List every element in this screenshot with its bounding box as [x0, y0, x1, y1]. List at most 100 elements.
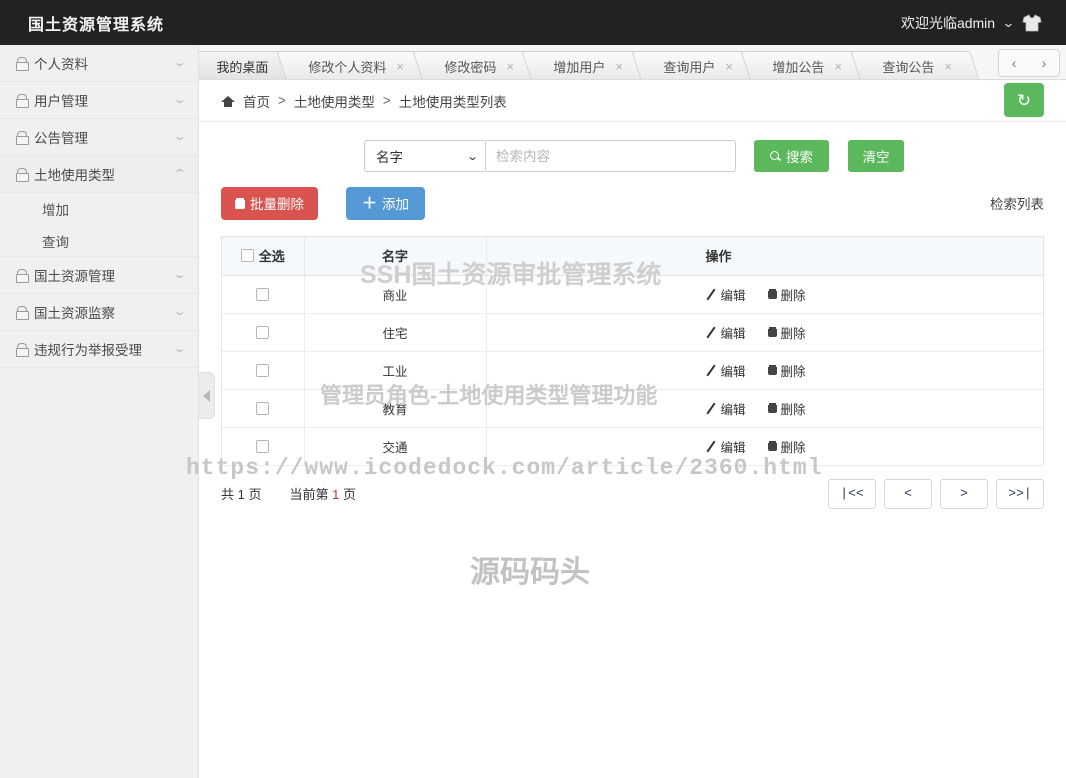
lock-icon — [16, 343, 29, 357]
tab-label: 增加公告 — [772, 59, 825, 75]
sidebar-subitem-query[interactable]: 查询 — [0, 225, 198, 257]
pencil-icon — [706, 441, 717, 452]
tab-next-icon[interactable]: › — [1042, 55, 1047, 71]
tab-change-password[interactable]: 修改密码 × — [411, 51, 541, 79]
tab-scroll-controls[interactable]: ‹ › — [998, 49, 1060, 77]
delete-link[interactable]: 删除 — [767, 437, 806, 456]
delete-link[interactable]: 删除 — [767, 361, 806, 380]
lock-icon — [16, 306, 29, 320]
sidebar-item-personal-info[interactable]: 个人资料 ⌄ — [0, 45, 198, 82]
delete-link[interactable]: 删除 — [767, 323, 806, 342]
sidebar: 个人资料 ⌄ 用户管理 ⌄ 公告管理 ⌄ 土地使用类型 ⌃ 增加 查询 国土资源… — [0, 45, 199, 778]
main-content: 我的桌面 修改个人资料 × 修改密码 × 增加用户 × 查询用户 × 增加公告 … — [199, 45, 1066, 778]
sidebar-item-announcement-management[interactable]: 公告管理 ⌄ — [0, 119, 198, 156]
tab-add-announcement[interactable]: 增加公告 × — [740, 51, 870, 79]
clear-button[interactable]: 清空 — [848, 140, 904, 172]
breadcrumb: 首页 > 土地使用类型 > 土地使用类型列表 ↻ — [199, 80, 1066, 122]
table-row[interactable]: 商业 编辑 删除 — [222, 275, 1043, 314]
row-checkbox[interactable] — [256, 288, 270, 302]
breadcrumb-level2[interactable]: 土地使用类型 — [294, 91, 375, 111]
edit-label: 编辑 — [720, 364, 746, 379]
close-icon[interactable]: × — [835, 59, 843, 74]
chevron-down-icon: ⌄ — [172, 130, 187, 143]
row-select-cell — [222, 275, 305, 314]
welcome-text: 欢迎光临admin — [900, 14, 996, 31]
sidebar-item-land-resource-management[interactable]: 国土资源管理 ⌄ — [0, 257, 198, 294]
edit-link[interactable]: 编辑 — [706, 323, 746, 342]
tab-add-user[interactable]: 增加用户 × — [521, 51, 651, 79]
row-checkbox[interactable] — [256, 326, 270, 340]
table-row[interactable]: 工业 编辑 删除 — [222, 351, 1043, 390]
row-operations: 编辑 删除 — [486, 275, 1043, 314]
trash-icon — [767, 327, 777, 337]
last-page-button[interactable]: >>| — [996, 478, 1044, 509]
tab-label: 查询公告 — [882, 59, 935, 75]
current-prefix: 当前第 — [289, 487, 329, 502]
edit-link[interactable]: 编辑 — [706, 361, 746, 380]
sidebar-collapse-handle[interactable] — [199, 372, 215, 419]
chevron-down-icon: ⌄ — [172, 342, 187, 355]
chevron-up-icon: ⌃ — [172, 167, 187, 180]
home-icon[interactable] — [221, 95, 235, 107]
row-select-cell — [222, 389, 305, 428]
edit-link[interactable]: 编辑 — [706, 399, 746, 418]
first-page-button[interactable]: |<< — [828, 478, 876, 509]
batch-delete-label: 批量删除 — [250, 197, 304, 212]
delete-link[interactable]: 删除 — [767, 285, 806, 304]
table-row[interactable]: 教育 编辑 删除 — [222, 389, 1043, 428]
sidebar-item-label: 用户管理 — [34, 94, 88, 109]
search-input[interactable] — [486, 140, 736, 172]
row-checkbox[interactable] — [256, 440, 270, 454]
sidebar-item-label: 土地使用类型 — [34, 168, 115, 183]
table-row[interactable]: 交通 编辑 删除 — [222, 427, 1043, 466]
sidebar-item-label: 个人资料 — [34, 57, 88, 72]
row-checkbox[interactable] — [256, 364, 270, 378]
shirt-icon — [1022, 13, 1042, 32]
tab-query-announcement[interactable]: 查询公告 × — [850, 51, 980, 79]
next-page-button[interactable]: > — [940, 478, 988, 509]
prev-page-button[interactable]: < — [884, 478, 932, 509]
pencil-icon — [706, 327, 717, 338]
select-all-checkbox[interactable] — [240, 249, 254, 263]
sidebar-subitem-add[interactable]: 增加 — [0, 193, 198, 225]
row-select-cell — [222, 313, 305, 352]
sidebar-item-land-resource-supervision[interactable]: 国土资源监察 ⌄ — [0, 294, 198, 331]
select-all-label: 全选 — [258, 249, 285, 265]
chevron-down-icon: ⌄ — [172, 93, 187, 106]
pagination-controls: |<< < > >>| — [828, 478, 1044, 509]
edit-link[interactable]: 编辑 — [706, 437, 746, 456]
search-field-select[interactable]: 名字 ⌄ — [364, 140, 486, 172]
tab-prev-icon[interactable]: ‹ — [1012, 55, 1017, 71]
close-icon[interactable]: × — [944, 59, 952, 74]
sidebar-item-land-use-type[interactable]: 土地使用类型 ⌃ — [0, 156, 198, 193]
close-icon[interactable]: × — [396, 59, 404, 74]
sidebar-item-label: 违规行为举报受理 — [34, 343, 142, 358]
tab-label: 修改密码 — [443, 59, 496, 75]
tab-label: 修改个人资料 — [308, 59, 387, 75]
table-row[interactable]: 住宅 编辑 删除 — [222, 313, 1043, 352]
refresh-icon: ↻ — [1016, 90, 1032, 110]
breadcrumb-home[interactable]: 首页 — [243, 91, 270, 111]
search-icon — [770, 150, 781, 162]
edit-link[interactable]: 编辑 — [706, 285, 746, 304]
row-operations: 编辑 删除 — [486, 389, 1043, 428]
refresh-button[interactable]: ↻ — [1004, 83, 1044, 117]
row-checkbox[interactable] — [256, 402, 270, 416]
close-icon[interactable]: × — [506, 59, 514, 74]
row-name: 商业 — [304, 275, 487, 314]
search-button[interactable]: 搜索 — [754, 140, 829, 172]
sidebar-item-violation-report[interactable]: 违规行为举报受理 ⌄ — [0, 331, 198, 368]
close-icon[interactable]: × — [615, 59, 623, 74]
sidebar-item-user-management[interactable]: 用户管理 ⌄ — [0, 82, 198, 119]
tab-edit-profile[interactable]: 修改个人资料 × — [276, 51, 432, 79]
breadcrumb-separator: > — [382, 93, 391, 108]
add-button[interactable]: ＋ 添加 — [346, 186, 426, 220]
chevron-down-icon[interactable]: ⌄ — [1002, 15, 1016, 31]
user-menu[interactable]: 欢迎光临admin ⌄ — [901, 13, 1066, 33]
batch-delete-button[interactable]: 批量删除 — [221, 186, 318, 220]
close-icon[interactable]: × — [725, 59, 733, 74]
pencil-icon — [706, 403, 717, 414]
delete-link[interactable]: 删除 — [767, 399, 806, 418]
tab-label: 我的桌面 — [216, 59, 269, 75]
sidebar-item-label: 公告管理 — [34, 131, 88, 146]
